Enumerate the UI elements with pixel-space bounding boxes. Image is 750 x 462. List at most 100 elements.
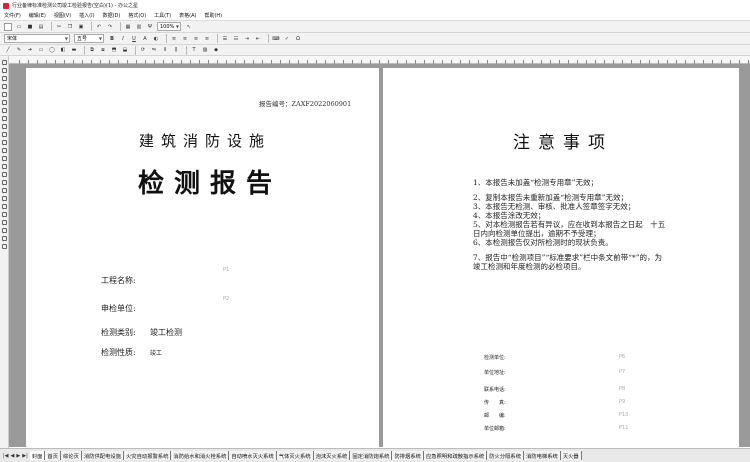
sheet-tab[interactable]: 固定消防炮系统	[350, 451, 393, 460]
sheet-tab[interactable]: 防火分隔系统	[487, 451, 525, 460]
bring-front-icon[interactable]: ⬒	[110, 46, 118, 54]
ellipse-tool-icon[interactable]: ◯	[48, 46, 56, 54]
image-icon[interactable]: ▨	[201, 46, 209, 54]
shape-tool-icon[interactable]	[2, 236, 7, 241]
shape-tool-icon[interactable]	[2, 156, 7, 161]
indent-icon[interactable]: ⇥	[243, 35, 251, 43]
sheet-tab[interactable]: 灭火器	[560, 451, 582, 460]
shape-tool-icon[interactable]	[2, 180, 7, 185]
save-icon[interactable]: ■	[26, 23, 34, 31]
contact-field[interactable]: P7	[619, 369, 625, 375]
justify-icon[interactable]: ≡	[203, 35, 211, 43]
paste-icon[interactable]: ▣	[77, 23, 85, 31]
sheet-tab[interactable]: 气体灭火系统	[276, 451, 314, 460]
shape-tool-icon[interactable]	[2, 164, 7, 169]
contact-field[interactable]: P6	[619, 354, 625, 360]
contact-field[interactable]: P8	[619, 386, 625, 392]
undo-icon[interactable]: ↶	[95, 23, 103, 31]
spell-check-icon[interactable]: ✓	[283, 35, 291, 43]
new-file-icon[interactable]	[4, 22, 12, 31]
shape-tool-icon[interactable]	[2, 196, 7, 201]
bullet-list-icon[interactable]: ☰	[221, 35, 229, 43]
menu-edit[interactable]: 编辑(E)	[29, 12, 46, 19]
sheet-tab[interactable]: 泡沫灭火系统	[313, 451, 351, 460]
shape-tool-icon[interactable]	[2, 204, 7, 209]
redo-icon[interactable]: ↷	[106, 23, 114, 31]
group-icon[interactable]: ⧉	[88, 46, 96, 54]
sheet-tab[interactable]: 火灾自动报警系统	[124, 451, 172, 460]
shape-tool-icon[interactable]	[2, 76, 7, 81]
inspection-type-value[interactable]: 竣工检测	[150, 327, 182, 338]
shape-tool-icon[interactable]	[2, 124, 7, 129]
shape-tool-icon[interactable]	[2, 188, 7, 193]
shape-icon[interactable]: ◆	[212, 46, 220, 54]
shape-tool-icon[interactable]	[2, 68, 7, 73]
underline-button[interactable]: U	[130, 35, 138, 43]
grid-icon[interactable]: ▥	[135, 23, 143, 31]
menu-format[interactable]: 格式(O)	[128, 12, 146, 19]
shape-tool-icon[interactable]	[2, 212, 7, 217]
bold-button[interactable]: B	[108, 35, 116, 43]
line-tool-icon[interactable]: ╱	[4, 46, 12, 54]
shape-tool-icon[interactable]	[2, 84, 7, 89]
table-icon[interactable]: ▦	[124, 23, 132, 31]
sheet-tab[interactable]: 自动喷水灭火系统	[229, 451, 277, 460]
sheet-tab[interactable]: 综论页	[61, 451, 82, 460]
shape-tool-icon[interactable]	[2, 60, 7, 65]
symbol-icon[interactable]: Ω	[294, 35, 302, 43]
shape-tool-icon[interactable]	[2, 92, 7, 97]
shape-tool-icon[interactable]	[2, 140, 7, 145]
tab-first-icon[interactable]: |◀	[3, 453, 9, 459]
cut-icon[interactable]: ✂	[55, 23, 63, 31]
align-objects-icon[interactable]: ⫴	[161, 46, 169, 54]
font-color-icon[interactable]: A	[141, 35, 149, 43]
keyboard-icon[interactable]: ⌨	[272, 35, 280, 43]
sheet-tab[interactable]: 消防给水和消火栓系统	[171, 451, 230, 460]
menu-insert[interactable]: 插入(I)	[79, 12, 94, 19]
distribute-icon[interactable]: ⫼	[172, 46, 180, 54]
flip-icon[interactable]: ⇋	[150, 46, 158, 54]
arrow-tool-icon[interactable]: ➔	[26, 46, 34, 54]
shape-tool-icon[interactable]	[2, 220, 7, 225]
italic-button[interactable]: I	[119, 35, 127, 43]
sheet-tab[interactable]: 首页	[45, 451, 61, 460]
pointer-icon[interactable]: ↖	[185, 23, 193, 31]
shape-tool-icon[interactable]	[2, 132, 7, 137]
menu-view[interactable]: 视图(V)	[54, 12, 71, 19]
applicant-field[interactable]: P2	[223, 296, 229, 302]
shape-tool-icon[interactable]	[2, 172, 7, 177]
menu-file[interactable]: 文件(F)	[4, 12, 21, 19]
number-list-icon[interactable]: ☷	[232, 35, 240, 43]
zoom-select[interactable]: 100% ▼	[157, 22, 181, 31]
shape-tool-icon[interactable]	[2, 228, 7, 233]
shape-tool-icon[interactable]	[2, 100, 7, 105]
contact-field[interactable]: P10	[619, 412, 628, 418]
copy-icon[interactable]: ❐	[66, 23, 74, 31]
project-name-field[interactable]: P1	[223, 267, 229, 273]
open-folder-icon[interactable]: ▭	[15, 23, 23, 31]
rect-tool-icon[interactable]: ▭	[37, 46, 45, 54]
tab-last-icon[interactable]: ▶|	[22, 453, 28, 459]
menu-table[interactable]: 表格(A)	[179, 12, 196, 19]
menu-help[interactable]: 帮助(H)	[204, 12, 222, 19]
sheet-tab[interactable]: 消防电梯系统	[524, 451, 561, 460]
sheet-tab[interactable]: 防排烟系统	[392, 451, 424, 460]
contact-field[interactable]: P11	[619, 425, 628, 431]
send-back-icon[interactable]: ⬓	[121, 46, 129, 54]
contact-field[interactable]: P9	[619, 399, 625, 405]
cover-page[interactable]: 报告编号：ZAXF2022060901 建筑消防设施 检测报告 工程名称: P1…	[26, 68, 379, 447]
menu-tools[interactable]: 工具(T)	[154, 12, 171, 19]
sheet-tab[interactable]: 封面	[29, 451, 46, 460]
fill-color-icon[interactable]: ◧	[59, 46, 67, 54]
inspection-nature-value[interactable]: 竣工	[150, 348, 162, 357]
highlight-icon[interactable]: ◐	[152, 35, 160, 43]
align-center-icon[interactable]: ≡	[181, 35, 189, 43]
sheet-tab[interactable]: 应急照明和疏散指示系统	[423, 451, 488, 460]
ungroup-icon[interactable]: ⧈	[99, 46, 107, 54]
shape-tool-icon[interactable]	[2, 108, 7, 113]
font-name-select[interactable]: 宋体 ▼	[4, 34, 70, 43]
sheet-tab[interactable]: 消防供配电设施	[81, 451, 124, 460]
print-icon[interactable]: ▤	[37, 23, 45, 31]
rotate-icon[interactable]: ⟳	[139, 46, 147, 54]
menu-data[interactable]: 数据(D)	[103, 12, 121, 19]
